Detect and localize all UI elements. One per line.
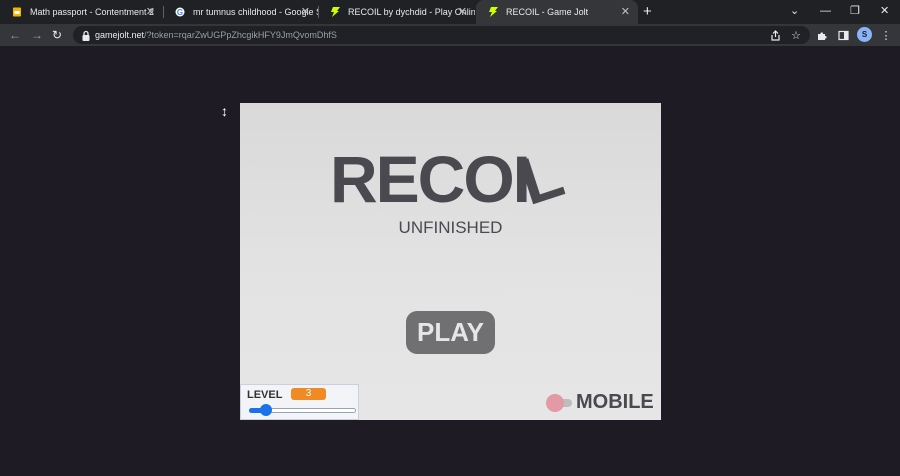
close-icon[interactable]: ✕ (458, 5, 467, 19)
browser-toolbar: ← → ↻ gamejolt.net/?token=rqarZwUGPpZhcg… (0, 24, 900, 46)
game-logo: RECOI L (330, 137, 570, 219)
tab-title: mr tumnus childhood - Google S (193, 7, 318, 17)
game-subtitle: UNFINISHED (398, 218, 503, 237)
forward-arrow-icon[interactable]: → (31, 27, 43, 43)
slider-thumb[interactable] (260, 404, 273, 416)
minimize-icon[interactable]: — (820, 3, 831, 19)
game-canvas[interactable]: RECOI L UNFINISHED PLAY MOBILE LEVEL 3 (240, 103, 661, 420)
close-icon[interactable]: ✕ (146, 5, 155, 19)
tab-search-icon[interactable]: ⌄ (790, 3, 799, 19)
mobile-toggle-control[interactable]: MOBILE (546, 391, 654, 414)
play-button[interactable]: PLAY (406, 311, 495, 354)
mobile-toggle-switch[interactable] (546, 393, 572, 412)
close-icon[interactable]: ✕ (301, 5, 310, 19)
restore-icon[interactable]: ❐ (850, 3, 860, 19)
tab-strip: Math passport - Contentment 2 ✕ G mr tum… (0, 0, 900, 24)
tab-mr-tumnus[interactable]: G mr tumnus childhood - Google S ✕ (163, 0, 318, 24)
profile-avatar[interactable]: S (857, 27, 872, 42)
google-icon: G (175, 7, 185, 17)
tab-recoil-game-jolt[interactable]: RECOIL - Game Jolt ✕ (476, 0, 638, 24)
reload-icon[interactable]: ↻ (52, 27, 62, 43)
share-icon[interactable] (768, 28, 782, 42)
menu-kebab-icon[interactable]: ⋮ (879, 28, 893, 42)
address-bar[interactable]: gamejolt.net/?token=rqarZwUGPpZhcgikHFY9… (73, 26, 810, 44)
lock-icon (81, 29, 91, 41)
tab-recoil-play-online[interactable]: RECOIL by dychdid - Play Online ✕ (318, 0, 475, 24)
window-close-icon[interactable]: ✕ (880, 3, 889, 19)
tab-title: Math passport - Contentment 2 (30, 7, 155, 17)
google-slides-icon (12, 7, 22, 17)
level-value-badge: 3 (291, 388, 326, 400)
toggle-knob (546, 393, 564, 412)
new-tab-button[interactable]: + (643, 2, 652, 22)
tab-title: RECOIL by dychdid - Play Online (348, 7, 475, 17)
tab-title: RECOIL - Game Jolt (506, 7, 589, 17)
mobile-label: MOBILE (576, 391, 654, 413)
level-panel: LEVEL 3 (240, 384, 359, 420)
url-path: /?token=rqarZwUGPpZhcgikHFY9JmQvomDhfS (144, 30, 337, 40)
gamejolt-icon (330, 7, 340, 17)
resize-cursor-icon: ↕ (221, 103, 228, 119)
logo-text: RECOI (330, 142, 531, 216)
tab-math-passport[interactable]: Math passport - Contentment 2 ✕ (0, 0, 163, 24)
gamejolt-icon (488, 7, 498, 17)
side-panel-icon[interactable] (836, 28, 850, 42)
level-label: LEVEL (247, 389, 283, 401)
bookmark-star-icon[interactable]: ☆ (789, 28, 803, 42)
svg-text:G: G (177, 8, 183, 17)
url-host: gamejolt.net (95, 30, 145, 40)
close-icon[interactable]: ✕ (621, 5, 630, 19)
url-text: gamejolt.net/?token=rqarZwUGPpZhcgikHFY9… (95, 29, 337, 41)
extensions-icon[interactable] (815, 28, 829, 42)
level-slider[interactable] (249, 404, 356, 416)
back-arrow-icon[interactable]: ← (9, 27, 21, 43)
